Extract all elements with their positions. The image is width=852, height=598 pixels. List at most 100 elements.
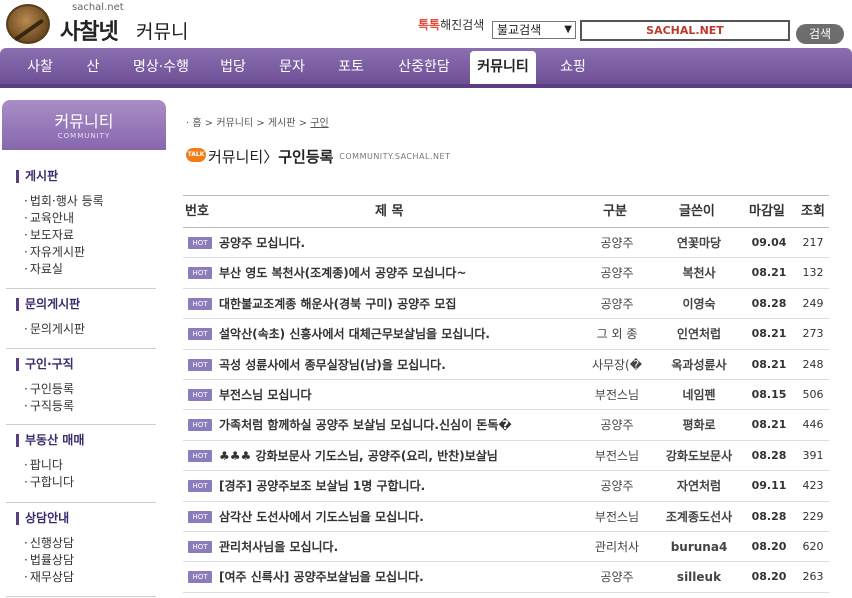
search-button[interactable]: 검색 [796, 24, 844, 44]
post-writer[interactable]: silleuk [655, 562, 743, 592]
hot-badge: HOT [188, 480, 212, 493]
table-row[interactable]: HOT 부전스님 모십니다 부전스님 네임펜 08.15 506 [183, 380, 829, 411]
post-writer[interactable]: 네임펜 [655, 380, 743, 410]
nav-item[interactable]: 커뮤니티 [470, 51, 536, 84]
post-writer[interactable]: 조계종도선사 [655, 502, 743, 532]
post-deadline: 09.04 [751, 236, 787, 249]
post-writer[interactable]: 복천사 [655, 258, 743, 288]
breadcrumb-board[interactable]: 게시판 [268, 118, 296, 129]
sidebar-section-title[interactable]: 문의게시판 [16, 298, 85, 311]
sidebar-divider [6, 288, 156, 289]
breadcrumb-community[interactable]: 커뮤니티 [216, 118, 253, 129]
post-title-link[interactable]: 가족처럼 함께하실 공양주 보살님 모십니다.신심이 돈독� [219, 410, 599, 440]
sidebar-item[interactable]: 자료실 [16, 262, 104, 276]
sidebar-item[interactable]: 문의게시판 [16, 322, 85, 336]
sidebar-item[interactable]: 보도자료 [16, 228, 104, 242]
sidebar-item[interactable]: 재무상담 [16, 570, 74, 584]
post-title-link[interactable]: 설악산(속초) 신흥사에서 대체근무보살님을 모십니다. [219, 319, 599, 349]
sidebar-banner-title: 커뮤니티 [54, 112, 114, 131]
sidebar-item[interactable]: 구인등록 [16, 382, 74, 396]
post-writer[interactable]: 평화로 [655, 410, 743, 440]
sidebar-item[interactable]: 법회·행사 등록 [16, 194, 104, 208]
table-row[interactable]: HOT 관리처사님을 모십니다. 관리처사 buruna4 08.20 620 [183, 532, 829, 563]
sidebar-section: 구인·구직구인등록구직등록 [16, 358, 74, 413]
post-writer[interactable]: 인연처럽 [655, 319, 743, 349]
table-row[interactable]: HOT [여주 신륵사] 공양주보살님을 모십니다. 공양주 silleuk 08.20… [183, 562, 829, 593]
table-header: 번호 제 목 구분 글쓴이 마감일 조회 [183, 195, 829, 228]
post-views: 273 [802, 327, 824, 341]
breadcrumb-home[interactable]: 홈 [192, 118, 201, 129]
post-title-link[interactable]: 삼각산 도선사에서 기도스님을 모십니다. [219, 502, 599, 532]
post-writer[interactable]: buruna4 [655, 532, 743, 562]
post-title-link[interactable]: [경주] 공양주보조 보살님 1명 구합니다. [219, 471, 599, 501]
post-writer[interactable]: 강화도보문사 [655, 441, 743, 471]
nav-item[interactable]: 법당 [208, 48, 258, 86]
header: sachal.net 사찰넷 커뮤니티 톡톡해진검색 불교검색 ▼ SACHAL… [0, 0, 852, 70]
post-title-link[interactable]: 곡성 성륜사에서 종무실장님(남)을 모십니다. [219, 350, 599, 380]
sidebar-section-title[interactable]: 게시판 [16, 170, 104, 183]
header-views: 조회 [801, 204, 825, 219]
page-subtitle: | COMMUNITY.SACHAL.NET [330, 152, 451, 161]
sidebar-item[interactable]: 팝니다 [16, 458, 84, 472]
post-title-link[interactable]: 부산 영도 복천사(조계종)에서 공양주 모십니다~ [219, 258, 599, 288]
nav-item[interactable]: 산 [78, 48, 108, 86]
breadcrumb-sep: > [256, 118, 265, 129]
breadcrumb: · 홈 > 커뮤니티 > 게시판 > 구인 [186, 114, 329, 129]
table-row[interactable]: HOT 대한불교조계종 해운사(경북 구미) 공양주 모집 공양주 이영숙 08.28 2… [183, 289, 829, 320]
post-category: 부전스님 [594, 387, 640, 402]
post-views: 217 [802, 236, 824, 249]
site-logo[interactable]: sachal.net 사찰넷 커뮤니티 [2, 2, 202, 70]
post-category: 공양주 [600, 418, 634, 433]
nav-item[interactable]: 사찰 [14, 48, 66, 86]
post-title-link[interactable]: 부전스님 모십니다 [219, 380, 599, 410]
table-row[interactable]: HOT 곡성 성륜사에서 종무실장님(남)을 모십니다. 사무장(� 옥과성륜사 08.… [183, 350, 829, 380]
table-row[interactable]: HOT 설악산(속초) 신흥사에서 대체근무보살님을 모십니다. 그 외 종 인연처럽… [183, 319, 829, 350]
haejin-search-link[interactable]: 톡톡해진검색 [418, 16, 484, 33]
search-input[interactable]: SACHAL.NET [580, 20, 790, 41]
sidebar-section: 문의게시판문의게시판 [16, 298, 85, 336]
table-row[interactable]: HOT 부산 영도 복천사(조계종)에서 공양주 모십니다~ 공양주 복천사 08.21… [183, 258, 829, 289]
sidebar-section: 게시판법회·행사 등록교육안내보도자료자유게시판자료실 [16, 170, 104, 276]
job-post-table: 번호 제 목 구분 글쓴이 마감일 조회 HOT 공양주 모십니다. 공양주 연꽃마당… [183, 195, 829, 593]
sidebar-section-title[interactable]: 상담안내 [16, 512, 74, 525]
post-category: 부전스님 [594, 509, 640, 524]
sidebar-item[interactable]: 자유게시판 [16, 245, 104, 259]
post-title-link[interactable]: 대한불교조계종 해운사(경북 구미) 공양주 모집 [219, 289, 599, 319]
sidebar-section: 부동산 매매팝니다구합니다 [16, 434, 84, 489]
post-writer[interactable]: 이영숙 [655, 289, 743, 319]
post-title-link[interactable]: 관리처사님을 모십니다. [219, 532, 599, 562]
table-row[interactable]: HOT 삼각산 도선사에서 기도스님을 모십니다. 부전스님 조계종도선사 08.28 2… [183, 502, 829, 532]
sidebar-item[interactable]: 신행상담 [16, 536, 74, 550]
nav-item[interactable]: 포토 [328, 48, 374, 86]
breadcrumb-current[interactable]: 구인 [310, 118, 328, 129]
sidebar-item[interactable]: 교육안내 [16, 211, 104, 225]
post-title-link[interactable]: [여주 신륵사] 공양주보살님을 모십니다. [219, 562, 599, 592]
table-row[interactable]: HOT 가족처럼 함께하실 공양주 보살님 모십니다.신심이 돈독� 공양주 평화로 0… [183, 410, 829, 441]
page-title-section: 커뮤니티 [208, 148, 264, 166]
nav-item[interactable]: 문자 [268, 48, 316, 86]
nav-item[interactable]: 산중한담 [386, 48, 462, 86]
table-row[interactable]: HOT ♣♣♣ 강화보문사 기도스님, 공양주(요리, 반찬)보살님 부전스님 강화도… [183, 441, 829, 472]
search-category-select[interactable]: 불교검색 ▼ [492, 21, 576, 39]
hot-badge: HOT [188, 297, 212, 310]
table-row[interactable]: HOT [경주] 공양주보조 보살님 1명 구합니다. 공양주 자연처럼 09.11 42… [183, 471, 829, 502]
post-views: 263 [802, 570, 824, 584]
sidebar-item[interactable]: 법률상담 [16, 553, 74, 567]
post-title-link[interactable]: ♣♣♣ 강화보문사 기도스님, 공양주(요리, 반찬)보살님 [219, 441, 599, 471]
post-writer[interactable]: 자연처럼 [655, 471, 743, 501]
post-writer[interactable]: 옥과성륜사 [655, 350, 743, 380]
post-title-link[interactable]: 공양주 모십니다. [219, 228, 599, 258]
nav-item[interactable]: 쇼핑 [548, 48, 598, 86]
post-views: 446 [802, 418, 824, 432]
sidebar-item[interactable]: 구합니다 [16, 475, 84, 489]
post-deadline: 08.21 [751, 327, 787, 341]
sidebar-section: 상담안내신행상담법률상담재무상담 [16, 512, 74, 584]
sidebar-section-title[interactable]: 구인·구직 [16, 358, 74, 371]
sidebar-banner-sub: COMMUNITY [57, 132, 111, 140]
post-deadline: 08.15 [751, 387, 787, 401]
nav-item[interactable]: 명상·수행 [128, 48, 194, 86]
sidebar-section-title[interactable]: 부동산 매매 [16, 434, 84, 447]
table-row[interactable]: HOT 공양주 모십니다. 공양주 연꽃마당 09.04 217 [183, 228, 829, 259]
sidebar-item[interactable]: 구직등록 [16, 399, 74, 413]
post-writer[interactable]: 연꽃마당 [655, 228, 743, 258]
